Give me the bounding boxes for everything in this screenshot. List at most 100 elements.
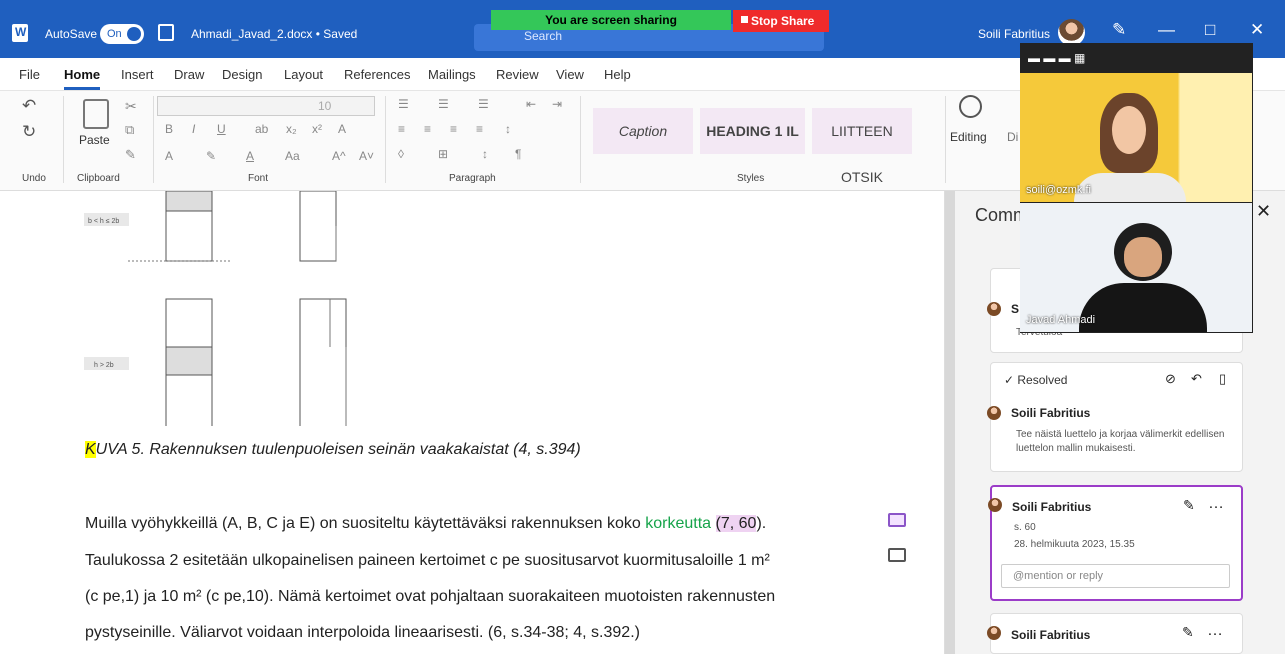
numbering-icon[interactable]: ☰ [438,97,449,111]
format-painter-icon[interactable]: ✎ [125,147,136,163]
menu-references[interactable]: References [344,67,410,82]
menu-help[interactable]: Help [604,67,631,82]
comment-marker-icon[interactable] [888,548,906,562]
close-window-icon[interactable]: ✕ [1250,20,1264,40]
sort-icon[interactable]: ↕ [482,147,488,161]
participant-face [1100,93,1158,173]
copy-icon[interactable]: ⧉ [125,122,134,138]
pilcrow-icon[interactable]: ¶ [515,147,521,161]
italic-icon[interactable]: I [192,122,195,136]
increase-indent-icon[interactable]: ⇥ [552,97,562,111]
group-styles-label: Styles [737,173,765,184]
bullets-icon[interactable]: ☰ [398,97,409,111]
edit-comment-icon[interactable]: ✎ [1183,497,1195,514]
comment-card-resolved[interactable]: ✓ Resolved ⊘ ↶ ▯ Soili Fabritius Tee näi… [987,362,1243,472]
menu-design[interactable]: Design [222,67,262,82]
reply-input[interactable]: @mention or reply [1001,564,1230,588]
paragraph-line-4[interactable]: pystyseinille. Väliarvot voidaan interpo… [85,624,640,642]
cut-icon[interactable]: ✂ [125,98,137,115]
dictate-partial-label[interactable]: Di [1007,130,1018,144]
menu-mailings[interactable]: Mailings [428,67,476,82]
figure-caption: KUVA 5. Rakennuksen tuulenpuoleisen sein… [85,441,581,459]
word-icon [12,24,28,42]
paste-label[interactable]: Paste [79,133,110,147]
shrink-font-icon[interactable]: A˅ [359,149,374,163]
subscript-icon[interactable]: x₂ [286,122,297,136]
text-effects-icon[interactable]: A [165,149,173,163]
search-placeholder: Search [524,29,563,43]
document-title[interactable]: Ahmadi_Javad_2.docx • Saved [191,27,357,41]
stop-share-button[interactable]: Stop Share [733,10,829,32]
multilevel-list-icon[interactable]: ☰ [478,97,489,111]
editing-label[interactable]: Editing [950,130,987,144]
participant-face [1114,223,1172,281]
superscript-icon[interactable]: x² [312,122,322,136]
delete-icon[interactable]: ▯ [1219,371,1226,387]
align-right-icon[interactable]: ≡ [450,122,457,136]
menu-draw[interactable]: Draw [174,67,204,82]
line-spacing-icon[interactable]: ↕ [505,122,511,136]
minimize-icon[interactable]: — [1158,20,1175,40]
line1-end: ). [756,515,767,532]
close-comments-icon[interactable]: ✕ [1256,201,1271,222]
borders-icon[interactable]: ⊞ [438,147,448,161]
style-liitteen-otsikko[interactable]: LIITTEEN OTSIK [812,108,912,185]
autosave-label: AutoSave [45,27,98,41]
menu-review[interactable]: Review [496,67,539,82]
comment-card-bottom[interactable]: Soili Fabritius ✎ … [987,613,1243,654]
change-case-icon[interactable]: Aa [285,149,300,163]
grow-font-icon[interactable]: A^ [332,149,346,163]
comment-avatar [987,302,1001,316]
menu-view[interactable]: View [556,67,584,82]
justify-icon[interactable]: ≡ [476,122,483,136]
more-options-icon[interactable]: … [1207,622,1223,640]
clear-format-icon[interactable]: A [338,122,346,136]
align-center-icon[interactable]: ≡ [424,122,431,136]
video-view-controls[interactable]: ▬ ▬ ▬ ▦ [1028,51,1085,65]
comment-marker-icon[interactable] [888,513,906,527]
undo-icon[interactable]: ↶ [22,96,36,116]
redo-icon[interactable]: ↻ [22,122,36,142]
commented-text[interactable]: (7, 60 [715,515,757,532]
save-icon[interactable] [158,24,174,41]
reopen-icon[interactable]: ↶ [1191,371,1202,387]
underline-icon[interactable]: U [217,122,226,136]
search-icon[interactable] [959,95,982,118]
align-left-icon[interactable]: ≡ [398,122,405,136]
font-color-icon[interactable]: A [246,149,254,163]
menu-insert[interactable]: Insert [121,67,154,82]
document-page[interactable]: b < h ≤ 2b h > 2b KUVA 5. Rakennuksen tu… [0,191,945,654]
paragraph-line-1[interactable]: Muilla vyöhykkeillä (A, B, C ja E) on su… [85,515,766,533]
link-icon[interactable]: ⊘ [1165,371,1176,387]
caption-highlight: K [85,441,96,458]
decrease-indent-icon[interactable]: ⇤ [526,97,536,111]
style-heading1[interactable]: HEADING 1 IL [700,108,805,154]
autosave-toggle[interactable]: On [100,24,144,44]
paragraph-line-3[interactable]: (c pe,1) ja 10 m² (c pe,10). Nämä kertoi… [85,588,775,606]
shading-icon[interactable]: ◊ [398,147,404,161]
paragraph-line-2[interactable]: Taulukossa 2 esitetään ulkopainelisen pa… [85,552,770,570]
strikethrough-icon[interactable]: ab [255,122,268,136]
restore-icon[interactable]: □ [1205,20,1215,40]
bold-icon[interactable]: B [165,122,173,136]
menu-file[interactable]: File [19,67,40,82]
comment-author: Soili Fabritius [1011,628,1091,642]
menu-layout[interactable]: Layout [284,67,323,82]
menu-home[interactable]: Home [64,67,101,90]
style-caption[interactable]: Caption [593,108,693,154]
comment-avatar [987,406,1001,420]
ribbon-separator [580,96,581,183]
comment-text: Tee näistä luettelo ja korjaa välimerkit… [1016,429,1225,454]
user-avatar[interactable] [1058,19,1085,46]
edit-comment-icon[interactable]: ✎ [1182,624,1194,641]
font-size-box[interactable]: 10 [157,96,375,116]
pen-icon[interactable]: ✎ [1112,20,1126,40]
user-name[interactable]: Soili Fabritius [978,27,1050,41]
line1-text: Muilla vyöhykkeillä (A, B, C ja E) on su… [85,515,646,532]
more-options-icon[interactable]: … [1208,495,1224,513]
comment-avatar [988,498,1002,512]
figure-label-2: h > 2b [94,362,114,369]
comment-text: s. 60 [1014,522,1036,533]
highlight-icon[interactable]: ✎ [206,149,216,163]
paste-icon[interactable] [83,99,109,129]
